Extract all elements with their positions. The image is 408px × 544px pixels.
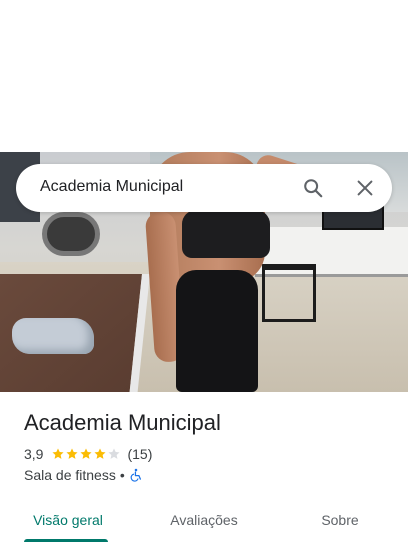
star-filled-icon xyxy=(94,448,107,459)
place-info-panel: Academia Municipal 3,9 (15) Sala de fitn… xyxy=(0,392,408,544)
tab-label: Avaliações xyxy=(170,512,238,528)
tab-label: Sobre xyxy=(321,512,359,528)
separator-dot: • xyxy=(119,467,125,483)
rating-row[interactable]: 3,9 (15) xyxy=(24,445,152,463)
close-icon[interactable] xyxy=(354,177,376,199)
search-input[interactable]: Academia Municipal xyxy=(40,178,183,196)
rating-value: 3,9 xyxy=(24,446,44,462)
star-empty-icon xyxy=(108,448,121,459)
blank-header-area xyxy=(0,0,408,152)
wheelchair-icon xyxy=(129,468,143,482)
star-filled-icon xyxy=(52,448,65,459)
place-title: Academia Municipal xyxy=(24,410,221,435)
place-category[interactable]: Sala de fitness xyxy=(24,467,116,483)
review-count[interactable]: (15) xyxy=(127,446,152,462)
photo-person-top xyxy=(182,210,270,258)
category-row: Sala de fitness • xyxy=(24,466,143,484)
photo-person-shorts xyxy=(176,270,258,392)
star-filled-icon xyxy=(66,448,79,459)
star-filled-icon xyxy=(80,448,93,459)
tab-label: Visão geral xyxy=(33,512,103,528)
search-bar[interactable]: Academia Municipal xyxy=(16,164,392,212)
active-tab-indicator xyxy=(24,539,108,542)
place-tabs: Visão geral Avaliações Sobre xyxy=(0,496,408,544)
tab-avaliacoes[interactable]: Avaliações xyxy=(136,496,272,544)
photo-chair xyxy=(262,264,316,322)
rating-stars xyxy=(51,447,121,461)
photo-towel xyxy=(12,318,94,354)
search-icon[interactable] xyxy=(302,177,324,199)
tab-sobre[interactable]: Sobre xyxy=(272,496,408,544)
tab-visao-geral[interactable]: Visão geral xyxy=(0,496,136,544)
photo-exercise-machine xyxy=(42,212,100,256)
